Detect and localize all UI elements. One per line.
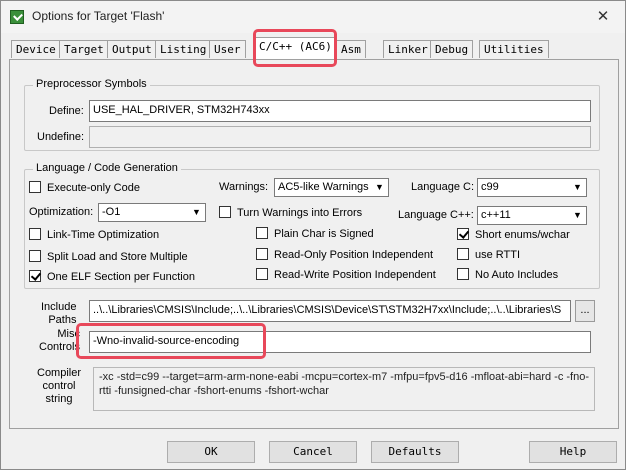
ok-button[interactable]: OK bbox=[167, 441, 255, 463]
execute-only-label: Execute-only Code bbox=[47, 182, 140, 194]
close-button[interactable]: ✕ bbox=[593, 7, 613, 27]
help-button[interactable]: Help bbox=[529, 441, 617, 463]
include-paths-label-line2: Paths bbox=[48, 314, 77, 326]
tab-linker[interactable]: Linker bbox=[383, 40, 433, 58]
one-elf-checkbox[interactable]: One ELF Section per Function bbox=[29, 270, 195, 284]
tab-debug[interactable]: Debug bbox=[430, 40, 474, 58]
plain-char-box[interactable] bbox=[256, 227, 268, 239]
use-rtti-box[interactable] bbox=[457, 248, 469, 260]
undefine-input[interactable] bbox=[89, 126, 591, 148]
split-load-label: Split Load and Store Multiple bbox=[47, 251, 188, 263]
short-enums-label: Short enums/wchar bbox=[475, 229, 570, 241]
language-c-select[interactable]: c99 ▼ bbox=[477, 178, 587, 197]
chevron-down-icon[interactable]: ▼ bbox=[570, 180, 585, 195]
language-group-title: Language / Code Generation bbox=[33, 162, 181, 174]
link-time-label: Link-Time Optimization bbox=[47, 229, 160, 241]
ro-pi-checkbox[interactable]: Read-Only Position Independent bbox=[256, 248, 433, 262]
include-paths-input[interactable]: ..\..\Libraries\CMSIS\Include;..\..\Libr… bbox=[89, 300, 571, 322]
turn-warnings-label: Turn Warnings into Errors bbox=[237, 207, 363, 219]
no-auto-includes-box[interactable] bbox=[457, 268, 469, 280]
rw-pi-checkbox[interactable]: Read-Write Position Independent bbox=[256, 268, 436, 282]
tab-user[interactable]: User bbox=[209, 40, 246, 58]
ro-pi-box[interactable] bbox=[256, 248, 268, 260]
include-paths-browse-button[interactable]: ... bbox=[575, 300, 595, 322]
one-elf-label: One ELF Section per Function bbox=[47, 271, 195, 283]
chevron-down-icon[interactable]: ▼ bbox=[570, 208, 585, 223]
tab-c-cpp-ac6[interactable]: C/C++ (AC6) bbox=[254, 37, 337, 59]
tab-listing[interactable]: Listing bbox=[155, 40, 212, 58]
optimization-value: -O1 bbox=[102, 206, 121, 218]
title-bar: Options for Target 'Flash' ✕ bbox=[1, 1, 625, 33]
misc-controls-label-line2: Controls bbox=[39, 341, 80, 353]
no-auto-includes-checkbox[interactable]: No Auto Includes bbox=[457, 268, 558, 282]
link-time-checkbox[interactable]: Link-Time Optimization bbox=[29, 228, 159, 242]
tab-asm[interactable]: Asm bbox=[336, 40, 366, 58]
no-auto-includes-label: No Auto Includes bbox=[475, 269, 559, 281]
one-elf-box[interactable] bbox=[29, 270, 41, 282]
include-paths-label-line1: Include bbox=[41, 301, 77, 313]
defaults-button[interactable]: Defaults bbox=[371, 441, 459, 463]
misc-controls-input[interactable]: -Wno-invalid-source-encoding bbox=[89, 331, 591, 353]
rw-pi-label: Read-Write Position Independent bbox=[274, 269, 436, 281]
undefine-label: Undefine: bbox=[37, 131, 85, 143]
short-enums-checkbox[interactable]: Short enums/wchar bbox=[457, 228, 570, 242]
warnings-label: Warnings: bbox=[219, 181, 269, 193]
use-rtti-label: use RTTI bbox=[475, 249, 521, 261]
optimization-select[interactable]: -O1 ▼ bbox=[98, 203, 206, 222]
tab-output[interactable]: Output bbox=[107, 40, 157, 58]
compiler-string-label-line3: string bbox=[45, 393, 73, 405]
plain-char-label: Plain Char is Signed bbox=[274, 228, 374, 240]
tab-target[interactable]: Target bbox=[59, 40, 109, 58]
include-paths-label: Include Paths bbox=[41, 301, 76, 327]
turn-warnings-checkbox[interactable]: Turn Warnings into Errors bbox=[219, 206, 362, 220]
compiler-string-label: Compiler control string bbox=[37, 367, 81, 406]
language-cpp-value: c++11 bbox=[481, 209, 511, 221]
chevron-down-icon[interactable]: ▼ bbox=[189, 205, 204, 220]
language-c-value: c99 bbox=[481, 181, 499, 193]
compiler-string-label-line1: Compiler bbox=[37, 367, 82, 379]
misc-controls-label: Misc Controls bbox=[39, 328, 80, 354]
execute-only-checkbox[interactable]: Execute-only Code bbox=[29, 181, 140, 195]
turn-warnings-box[interactable] bbox=[219, 206, 231, 218]
language-cpp-label: Language C++: bbox=[398, 209, 474, 221]
app-icon bbox=[10, 10, 24, 24]
warnings-select[interactable]: AC5-like Warnings ▼ bbox=[274, 178, 389, 197]
compiler-string-box[interactable]: -xc -std=c99 --target=arm-arm-none-eabi … bbox=[93, 367, 595, 411]
link-time-box[interactable] bbox=[29, 228, 41, 240]
define-input[interactable]: USE_HAL_DRIVER, STM32H743xx bbox=[89, 100, 591, 122]
optimization-label: Optimization: bbox=[29, 206, 94, 218]
warnings-value: AC5-like Warnings bbox=[278, 181, 369, 193]
use-rtti-checkbox[interactable]: use RTTI bbox=[457, 248, 520, 262]
split-load-box[interactable] bbox=[29, 250, 41, 262]
window-title: Options for Target 'Flash' bbox=[32, 9, 165, 23]
compiler-string-label-line2: control bbox=[42, 380, 76, 392]
preprocessor-group-title: Preprocessor Symbols bbox=[33, 78, 150, 90]
chevron-down-icon[interactable]: ▼ bbox=[372, 180, 387, 195]
options-dialog: Options for Target 'Flash' ✕ Device Targ… bbox=[0, 0, 626, 470]
define-label: Define: bbox=[49, 105, 84, 117]
ro-pi-label: Read-Only Position Independent bbox=[274, 249, 433, 261]
short-enums-box[interactable] bbox=[457, 228, 469, 240]
language-cpp-select[interactable]: c++11 ▼ bbox=[477, 206, 587, 225]
tab-device[interactable]: Device bbox=[11, 40, 61, 58]
cancel-button[interactable]: Cancel bbox=[269, 441, 357, 463]
execute-only-box[interactable] bbox=[29, 181, 41, 193]
split-load-checkbox[interactable]: Split Load and Store Multiple bbox=[29, 250, 188, 264]
tab-utilities[interactable]: Utilities bbox=[479, 40, 549, 58]
plain-char-checkbox[interactable]: Plain Char is Signed bbox=[256, 227, 374, 241]
misc-controls-label-line1: Misc bbox=[57, 328, 80, 340]
language-c-label: Language C: bbox=[411, 181, 474, 193]
rw-pi-box[interactable] bbox=[256, 268, 268, 280]
